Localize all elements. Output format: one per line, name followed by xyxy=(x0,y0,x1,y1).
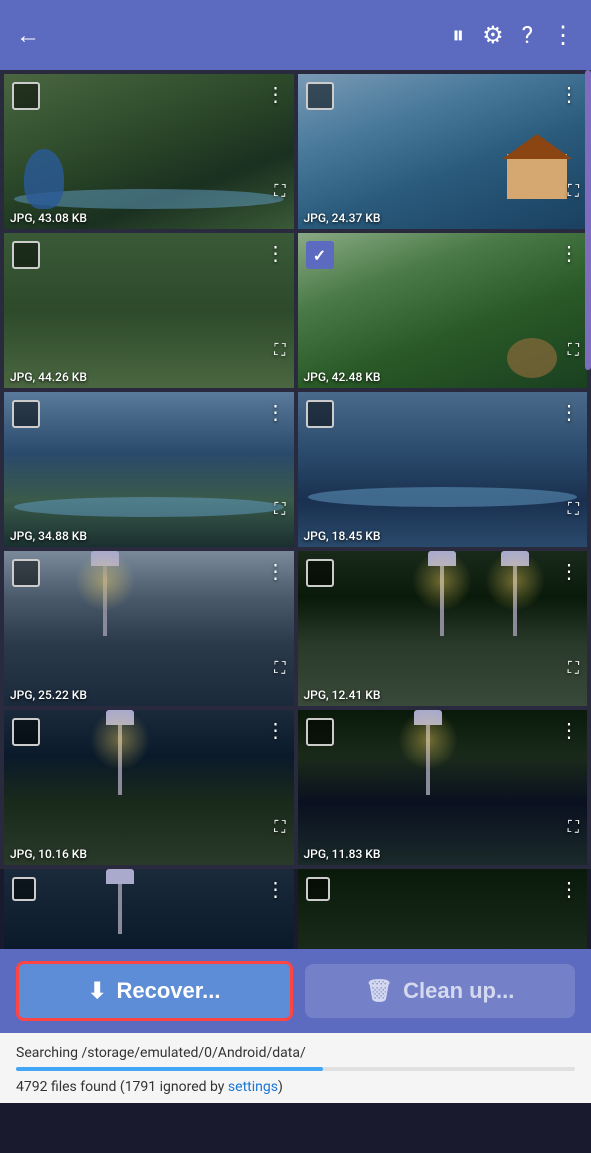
photo-thumbnail-8 xyxy=(298,551,588,706)
partial-checkbox-2[interactable] xyxy=(306,877,330,901)
photo-info-1: JPG, 43.08 KB xyxy=(10,211,87,225)
photo-info-8: JPG, 12.41 KB xyxy=(304,688,381,702)
pause-button[interactable]: ⏸ xyxy=(452,21,464,49)
photo-cell-7: ⋮ ⛶ JPG, 25.22 KB xyxy=(4,551,294,706)
photo-cell-1: ⋮ ⛶ JPG, 43.08 KB xyxy=(4,74,294,229)
cleanup-trash-icon: 🗑 xyxy=(365,978,393,1004)
photo-checkbox-10[interactable] xyxy=(306,718,334,746)
photo-cell-9: ⋮ ⛶ JPG, 10.16 KB xyxy=(4,710,294,865)
expand-icon-9[interactable]: ⛶ xyxy=(274,817,285,837)
photo-checkbox-2[interactable] xyxy=(306,82,334,110)
progress-bar xyxy=(16,1067,575,1071)
photo-info-9: JPG, 10.16 KB xyxy=(10,847,87,861)
photo-checkbox-9[interactable] xyxy=(12,718,40,746)
photo-cell-10: ⋮ ⛶ JPG, 11.83 KB xyxy=(298,710,588,865)
photo-cell-5: ⋮ ⛶ JPG, 34.88 KB xyxy=(4,392,294,547)
recover-button[interactable]: ⬇ Recover... xyxy=(16,961,293,1021)
settings-link[interactable]: settings xyxy=(228,1079,278,1095)
photo-checkbox-4[interactable] xyxy=(306,241,334,269)
photo-menu-4[interactable]: ⋮ xyxy=(559,241,579,265)
recover-download-icon: ⬇ xyxy=(88,978,106,1004)
app-container: ← ⏸ ⚙ ? ⋮ ⋮ ⛶ JPG, 43.08 KB ⋮ ⛶ J xyxy=(0,0,591,1103)
photo-info-6: JPG, 18.45 KB xyxy=(304,529,381,543)
photo-info-3: JPG, 44.26 KB xyxy=(10,370,87,384)
partial-menu-2[interactable]: ⋮ xyxy=(559,877,579,901)
photo-cell-8: ⋮ ⛶ JPG, 12.41 KB xyxy=(298,551,588,706)
back-button[interactable]: ← xyxy=(16,21,40,50)
photo-cell-6: ⋮ ⛶ JPG, 18.45 KB xyxy=(298,392,588,547)
cleanup-button[interactable]: 🗑 Clean up... xyxy=(305,964,576,1018)
expand-icon-7[interactable]: ⛶ xyxy=(274,658,285,678)
header: ← ⏸ ⚙ ? ⋮ xyxy=(0,0,591,70)
bottom-action-bar: ⬇ Recover... 🗑 Clean up... xyxy=(0,949,591,1033)
photo-thumbnail-9 xyxy=(4,710,294,865)
photo-menu-5[interactable]: ⋮ xyxy=(266,400,286,424)
header-right: ⏸ ⚙ ? ⋮ xyxy=(452,21,575,49)
photo-info-5: JPG, 34.88 KB xyxy=(10,529,87,543)
header-left: ← xyxy=(16,21,40,50)
recover-label: Recover... xyxy=(116,978,220,1004)
settings-button[interactable]: ⚙ xyxy=(482,21,504,49)
expand-icon-3[interactable]: ⛶ xyxy=(274,340,285,360)
count-suffix: ) xyxy=(278,1079,283,1095)
search-path: Searching /storage/emulated/0/Android/da… xyxy=(16,1045,575,1061)
photo-checkbox-7[interactable] xyxy=(12,559,40,587)
photo-menu-1[interactable]: ⋮ xyxy=(266,82,286,106)
photo-cell-2: ⋮ ⛶ JPG, 24.37 KB xyxy=(298,74,588,229)
photo-menu-9[interactable]: ⋮ xyxy=(266,718,286,742)
expand-icon-4[interactable]: ⛶ xyxy=(568,340,579,360)
photo-thumbnail-7 xyxy=(4,551,294,706)
partial-row: ⋮ ⋮ xyxy=(0,869,591,949)
expand-icon-10[interactable]: ⛶ xyxy=(568,817,579,837)
photo-cell-4: ⋮ ⛶ JPG, 42.48 KB xyxy=(298,233,588,388)
photo-menu-3[interactable]: ⋮ xyxy=(266,241,286,265)
expand-icon-2[interactable]: ⛶ xyxy=(568,181,579,201)
photo-thumbnail-1 xyxy=(4,74,294,229)
photo-thumbnail-2 xyxy=(298,74,588,229)
photo-checkbox-3[interactable] xyxy=(12,241,40,269)
photo-menu-2[interactable]: ⋮ xyxy=(559,82,579,106)
partial-cell-2: ⋮ xyxy=(298,869,588,949)
progress-fill xyxy=(16,1067,323,1071)
photo-info-2: JPG, 24.37 KB xyxy=(304,211,381,225)
file-count: 4792 files found (1791 ignored by settin… xyxy=(16,1079,575,1095)
expand-icon-6[interactable]: ⛶ xyxy=(568,499,579,519)
photo-thumbnail-5 xyxy=(4,392,294,547)
photo-cell-3: ⋮ ⛶ JPG, 44.26 KB xyxy=(4,233,294,388)
photo-thumbnail-3 xyxy=(4,233,294,388)
photo-grid: ⋮ ⛶ JPG, 43.08 KB ⋮ ⛶ JPG, 24.37 KB ⋮ ⛶ … xyxy=(0,70,591,869)
photo-thumbnail-6 xyxy=(298,392,588,547)
photo-menu-6[interactable]: ⋮ xyxy=(559,400,579,424)
cleanup-label: Clean up... xyxy=(403,978,514,1004)
photo-thumbnail-4 xyxy=(298,233,588,388)
photo-menu-8[interactable]: ⋮ xyxy=(559,559,579,583)
photo-info-4: JPG, 42.48 KB xyxy=(304,370,381,384)
help-button[interactable]: ? xyxy=(522,21,533,49)
photo-checkbox-5[interactable] xyxy=(12,400,40,428)
photo-checkbox-6[interactable] xyxy=(306,400,334,428)
scroll-indicator[interactable] xyxy=(585,70,591,370)
photo-info-10: JPG, 11.83 KB xyxy=(304,847,381,861)
photo-checkbox-1[interactable] xyxy=(12,82,40,110)
overflow-menu-button[interactable]: ⋮ xyxy=(551,21,575,49)
count-text: 4792 files found (1791 ignored by xyxy=(16,1079,228,1095)
photo-menu-7[interactable]: ⋮ xyxy=(266,559,286,583)
photo-info-7: JPG, 25.22 KB xyxy=(10,688,87,702)
partial-checkbox-1[interactable] xyxy=(12,877,36,901)
expand-icon-5[interactable]: ⛶ xyxy=(274,499,285,519)
expand-icon-8[interactable]: ⛶ xyxy=(568,658,579,678)
expand-icon-1[interactable]: ⛶ xyxy=(274,181,285,201)
partial-cell-1: ⋮ xyxy=(4,869,294,949)
partial-menu-1[interactable]: ⋮ xyxy=(266,877,286,901)
photo-checkbox-8[interactable] xyxy=(306,559,334,587)
photo-thumbnail-10 xyxy=(298,710,588,865)
photo-menu-10[interactable]: ⋮ xyxy=(559,718,579,742)
status-bar: Searching /storage/emulated/0/Android/da… xyxy=(0,1033,591,1103)
